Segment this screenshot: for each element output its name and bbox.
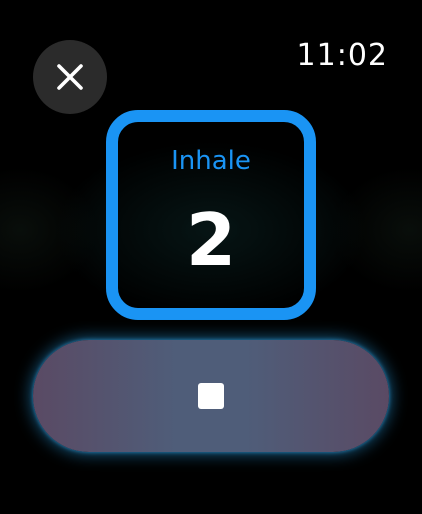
close-icon	[57, 64, 83, 90]
stop-icon	[198, 383, 224, 409]
close-button[interactable]	[33, 40, 107, 114]
stop-button[interactable]	[33, 340, 389, 452]
workout-screen: 11:02 Inhale 2	[0, 0, 422, 514]
phase-label: Inhale	[171, 146, 251, 176]
count-value: 2	[185, 198, 237, 282]
breath-counter-card: Inhale 2	[106, 110, 316, 320]
status-time: 11:02	[296, 38, 388, 73]
